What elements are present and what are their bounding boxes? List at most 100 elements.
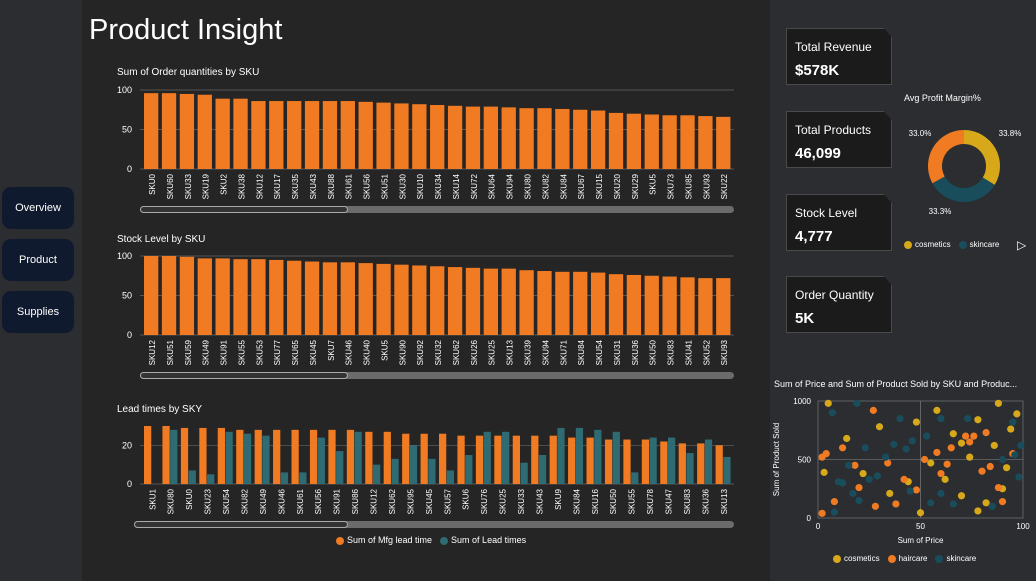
card-total-revenue[interactable]: Total Revenue $578K <box>786 28 892 85</box>
nav-product-button[interactable]: Product <box>2 239 74 281</box>
scrollbar-stock[interactable] <box>140 372 734 379</box>
chart-title: Sum of Price and Sum of Product Sold by … <box>774 379 1018 389</box>
legend-item[interactable]: skincare <box>958 240 999 249</box>
legend-item[interactable]: skincare <box>935 554 976 563</box>
x-tick-label: SKU39 <box>524 339 533 365</box>
legend-item[interactable]: cosmetics <box>833 554 880 563</box>
legend-label: skincare <box>946 554 977 563</box>
scatter-point <box>1009 418 1017 426</box>
x-tick-label: 0 <box>816 522 821 531</box>
scatter-point <box>902 445 910 453</box>
x-tick-label: 100 <box>1016 522 1030 531</box>
bar <box>394 264 409 335</box>
x-tick-label: SKU41 <box>684 339 693 365</box>
scatter-point <box>855 483 863 492</box>
bar <box>590 272 606 335</box>
legend-dot <box>904 240 912 249</box>
bar <box>660 441 668 484</box>
scroll-thumb[interactable] <box>140 372 348 379</box>
bar <box>179 93 195 169</box>
x-tick-label: SKU78 <box>646 488 655 514</box>
bar <box>716 278 731 335</box>
x-tick-label: SKU83 <box>667 339 676 365</box>
scatter-point <box>818 453 826 461</box>
legend-label: cosmetics <box>844 554 880 563</box>
x-tick-label: SKU19 <box>202 173 211 199</box>
nav-overview-button[interactable]: Overview <box>2 187 74 229</box>
bar <box>340 101 355 169</box>
bar <box>446 470 454 484</box>
x-tick-label: SKU50 <box>649 339 658 365</box>
card-stock-level[interactable]: Stock Level 4,777 <box>786 194 892 251</box>
bar <box>439 433 447 484</box>
x-tick-label: SKU25 <box>499 488 508 514</box>
scatter-point <box>853 399 861 407</box>
card-order-quantity[interactable]: Order Quantity 5K <box>786 276 892 333</box>
x-tick-label: SKU25 <box>488 339 497 365</box>
bar <box>161 93 177 169</box>
bar <box>698 278 713 335</box>
stock-level-chart: 0 50 100 SKU12 SKU51 SKU59 SKU49 SKU91 SKU55 SKU5… <box>117 251 734 365</box>
bar <box>199 427 207 484</box>
x-tick-label: SKU80 <box>167 488 176 514</box>
bar <box>225 431 233 484</box>
scatter-point <box>830 508 838 516</box>
bar <box>358 101 373 169</box>
x-tick-label: SKU26 <box>470 339 479 365</box>
x-tick-label: SKU34 <box>434 173 443 199</box>
bar <box>680 115 695 169</box>
x-tick-label: SKU6 <box>462 488 471 509</box>
legend-item[interactable]: Sum of Mfg lead time <box>336 535 432 545</box>
y-tick-label: 0 <box>807 514 812 523</box>
bar <box>555 271 570 335</box>
bar <box>372 464 381 484</box>
x-tick-label: SKU95 <box>406 488 415 514</box>
scatter-point <box>927 499 935 507</box>
x-tick-label: SKU55 <box>237 339 246 365</box>
bar <box>251 259 266 335</box>
legend-item[interactable]: Sum of Lead times <box>440 535 526 545</box>
y-tick-label: 500 <box>798 456 812 465</box>
x-tick-label: SKU45 <box>309 339 318 365</box>
x-tick-label: SKU71 <box>559 339 568 365</box>
y-tick-label: 0 <box>127 164 132 174</box>
scroll-thumb[interactable] <box>140 206 348 213</box>
x-tick-label: SKU45 <box>425 488 434 514</box>
legend-item[interactable]: cosmetics <box>904 240 951 249</box>
scatter-point <box>947 444 955 452</box>
card-value: 4,777 <box>795 228 833 245</box>
scatter-legend: cosmetics haircare skincare <box>833 554 976 563</box>
legend-next-icon[interactable]: ▷ <box>1017 238 1026 252</box>
scrollbar-lead[interactable] <box>134 521 734 528</box>
scatter-point <box>875 423 884 431</box>
bar <box>501 107 516 169</box>
bar <box>269 101 284 169</box>
profit-margin-donut: 33.0% 33.8% 33.3% <box>909 129 1022 216</box>
bar <box>262 435 270 484</box>
bar <box>346 429 355 484</box>
bar <box>197 94 212 169</box>
lead-legend: Sum of Mfg lead time Sum of Lead times <box>336 535 526 545</box>
scatter-point <box>828 409 836 417</box>
bar <box>557 427 565 484</box>
card-total-products[interactable]: Total Products 46,099 <box>786 111 892 168</box>
x-tick-label: SKU0 <box>148 173 157 194</box>
bar <box>662 276 677 335</box>
bar <box>188 470 196 484</box>
scatter-point <box>988 502 996 510</box>
bar <box>555 108 570 169</box>
bar <box>358 263 373 335</box>
scroll-thumb[interactable] <box>134 521 348 528</box>
bar <box>251 101 266 169</box>
x-tick-label: SKU94 <box>541 339 550 365</box>
legend-item[interactable]: haircare <box>887 554 927 563</box>
scatter-point <box>941 475 949 483</box>
scatter-point <box>998 455 1007 464</box>
nav-supplies-button[interactable]: Supplies <box>2 291 74 333</box>
bar <box>269 259 284 335</box>
bar <box>604 439 613 484</box>
scrollbar-order[interactable] <box>140 206 734 213</box>
scatter-point <box>970 432 978 440</box>
x-tick-label: SKU91 <box>333 488 342 514</box>
card-label: Stock Level <box>795 206 858 220</box>
